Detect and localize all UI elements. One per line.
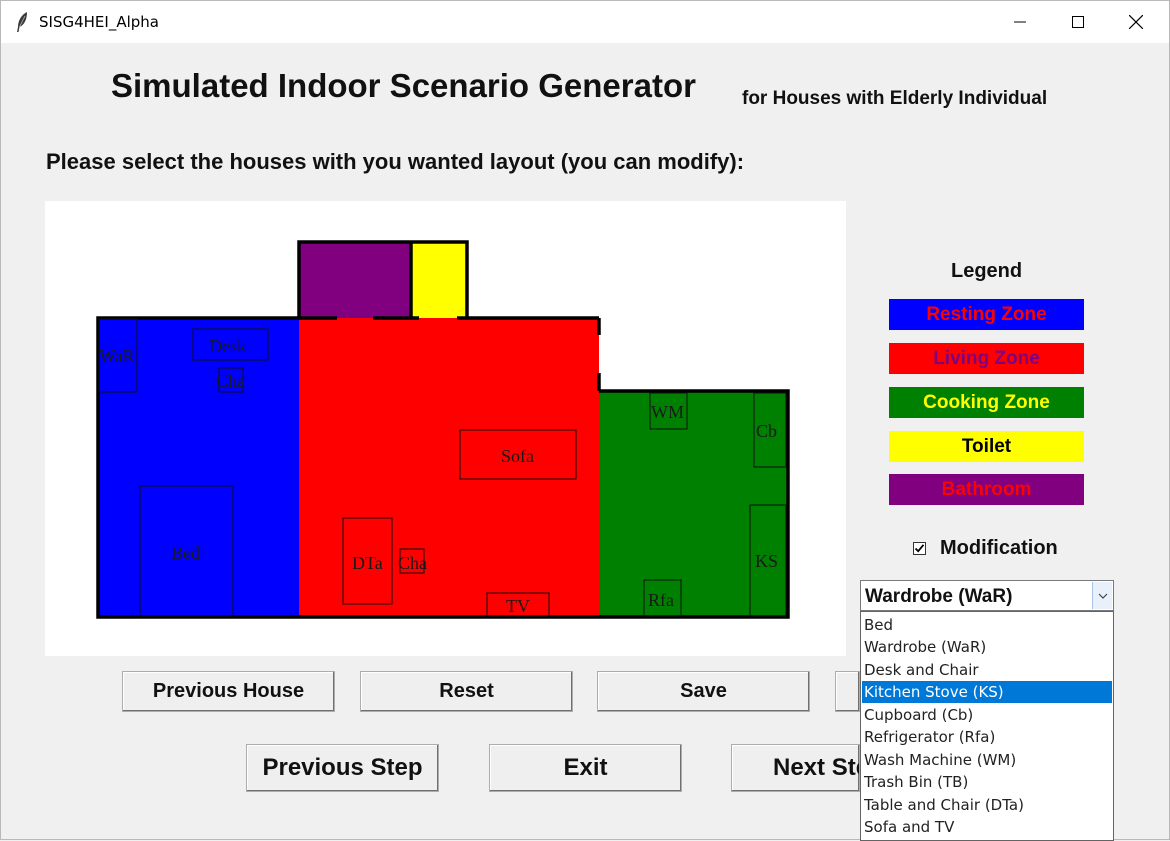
label-war: WaR xyxy=(99,346,135,366)
minimize-button[interactable] xyxy=(991,1,1049,43)
window-title: SISG4HEI_Alpha xyxy=(39,13,159,31)
label-rfa: Rfa xyxy=(648,590,674,610)
maximize-button[interactable] xyxy=(1049,1,1107,43)
label-cha-2: Cha xyxy=(398,553,427,573)
modification-toggle[interactable]: Modification xyxy=(913,537,1058,560)
dropdown-option[interactable]: Trash Bin (TB) xyxy=(862,771,1112,793)
reset-button[interactable]: Reset xyxy=(360,671,573,712)
dropdown-option[interactable]: Table and Chair (DTa) xyxy=(862,794,1112,816)
label-tv: TV xyxy=(506,596,530,616)
next-step-button[interactable]: Next Step xyxy=(731,744,860,792)
legend-resting-zone: Resting Zone xyxy=(889,299,1084,330)
living-zone xyxy=(299,318,599,617)
next-house-button-partial[interactable] xyxy=(835,671,860,712)
checkmark-icon xyxy=(914,544,925,553)
previous-step-button[interactable]: Previous Step xyxy=(246,744,439,792)
label-desk: Desk xyxy=(209,336,246,356)
page-title: Simulated Indoor Scenario Generator xyxy=(111,67,696,104)
legend-bathroom: Bathroom xyxy=(889,474,1084,505)
legend-living-zone: Living Zone xyxy=(889,343,1084,374)
label-cha: Cha xyxy=(216,371,245,391)
dropdown-option[interactable]: Bed xyxy=(862,614,1112,636)
instruction-text: Please select the houses with you wanted… xyxy=(46,149,745,174)
feather-icon xyxy=(15,11,31,33)
save-button[interactable]: Save xyxy=(597,671,810,712)
title-bar: SISG4HEI_Alpha xyxy=(1,1,1169,43)
label-sofa: Sofa xyxy=(501,446,534,466)
app-window: SISG4HEI_Alpha Simulated Indoor Scenario… xyxy=(0,0,1170,841)
chevron-down-icon xyxy=(1098,593,1107,599)
furniture-select-value: Wardrobe (WaR) xyxy=(865,586,1013,607)
page-subtitle: for Houses with Elderly Individual xyxy=(742,88,1048,109)
bathroom-zone xyxy=(299,242,411,318)
maximize-icon xyxy=(1072,16,1084,28)
furniture-select[interactable]: Wardrobe (WaR) xyxy=(860,580,1114,611)
label-dta: DTa xyxy=(352,553,383,573)
legend-toilet: Toilet xyxy=(889,431,1084,462)
dropdown-arrow-button[interactable] xyxy=(1092,582,1112,609)
dropdown-option[interactable]: Wardrobe (WaR) xyxy=(862,636,1112,658)
dropdown-option-highlighted[interactable]: Kitchen Stove (KS) xyxy=(862,681,1112,703)
modification-checkbox[interactable] xyxy=(913,542,926,555)
dropdown-option[interactable]: Desk and Chair xyxy=(862,659,1112,681)
dropdown-option[interactable]: Wash Machine (WM) xyxy=(862,749,1112,771)
minimize-icon xyxy=(1014,21,1026,23)
floorplan-canvas[interactable]: WaR Desk Cha Bed Sofa DTa Cha TV WM Cb K… xyxy=(45,201,846,656)
close-icon xyxy=(1129,15,1143,29)
label-ks: KS xyxy=(755,551,778,571)
dropdown-option[interactable]: Sofa and TV xyxy=(862,816,1112,838)
close-button[interactable] xyxy=(1107,1,1165,43)
label-wm: WM xyxy=(651,402,684,422)
legend-title: Legend xyxy=(951,260,1023,282)
previous-house-button[interactable]: Previous House xyxy=(122,671,335,712)
legend-cooking-zone: Cooking Zone xyxy=(889,387,1084,418)
exit-button[interactable]: Exit xyxy=(489,744,682,792)
label-cb: Cb xyxy=(756,421,777,441)
furniture-dropdown-list[interactable]: Bed Wardrobe (WaR) Desk and Chair Kitche… xyxy=(860,611,1114,841)
modification-label: Modification xyxy=(940,537,1058,559)
toilet-zone xyxy=(411,242,467,318)
dropdown-option[interactable]: Cupboard (Cb) xyxy=(862,704,1112,726)
label-bed: Bed xyxy=(171,543,200,563)
dropdown-option[interactable]: Refrigerator (Rfa) xyxy=(862,726,1112,748)
